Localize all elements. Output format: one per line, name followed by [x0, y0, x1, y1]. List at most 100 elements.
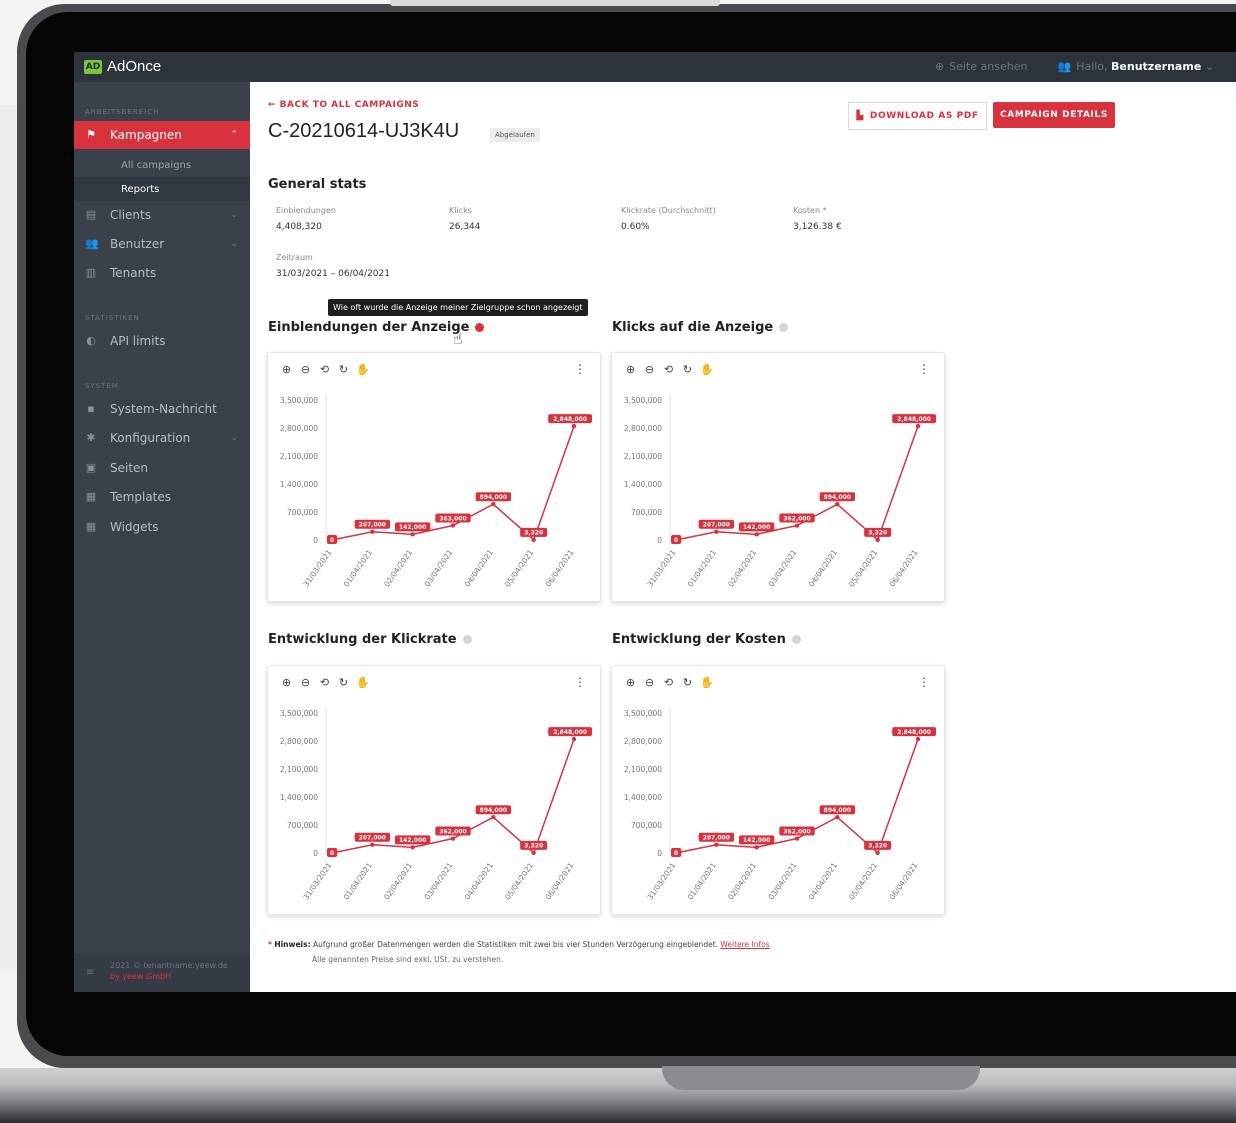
- data-point[interactable]: [410, 532, 415, 537]
- y-tick-label: 2,800,000: [280, 424, 318, 433]
- back-link[interactable]: ← BACK TO ALL CAMPAIGNS: [268, 100, 419, 110]
- x-tick-label: 01/04/2021: [342, 861, 374, 902]
- sidebar-item-label: Widgets: [110, 520, 159, 534]
- y-tick-label: 2,100,000: [280, 765, 318, 774]
- data-label: 207,000: [359, 835, 386, 842]
- data-point[interactable]: [915, 423, 921, 429]
- data-point[interactable]: [754, 532, 759, 537]
- data-point[interactable]: [794, 523, 800, 528]
- sidebar-item-label: Tenants: [110, 266, 157, 280]
- campaign-details-button[interactable]: CAMPAIGN DETAILS: [993, 102, 1115, 128]
- info-icon[interactable]: [779, 323, 789, 332]
- data-label: 207,000: [703, 835, 730, 842]
- data-point[interactable]: [875, 537, 880, 543]
- info-icon[interactable]: [791, 635, 801, 644]
- y-tick-label: 700,000: [631, 508, 662, 517]
- chevron-up-icon: ⌃: [230, 130, 238, 140]
- x-tick-label: 01/04/2021: [686, 548, 718, 589]
- y-tick-label: 700,000: [287, 508, 318, 517]
- data-point[interactable]: [450, 523, 456, 528]
- cost-value: 3,126.38 €: [793, 222, 842, 232]
- data-point[interactable]: [450, 836, 456, 841]
- top-bar: AD AdOnce ⊕ Seite ansehen 👥 Hallo, Benutze…: [74, 52, 1236, 82]
- clicks-value: 26,344: [449, 222, 481, 232]
- sidebar-item-configuration[interactable]: ✱ Konfiguration ⌄: [74, 424, 250, 452]
- data-point[interactable]: [714, 842, 719, 847]
- view-site-link[interactable]: ⊕ Seite ansehen: [935, 60, 1028, 73]
- chevron-down-icon: ⌄: [230, 210, 238, 220]
- data-label: 2,848,000: [553, 729, 587, 736]
- data-point[interactable]: [835, 502, 840, 507]
- note-text: Aufgrund großer Datenmengen werden die S…: [312, 940, 719, 949]
- sidebar-sub-reports[interactable]: Reports: [74, 177, 250, 201]
- data-point[interactable]: [531, 537, 536, 543]
- chart-svg: 3,500,000 2,800,000 2,100,000 1,400,000 700,…: [624, 394, 936, 589]
- sidebar-sub-all-campaigns[interactable]: All campaigns: [74, 153, 250, 177]
- data-label: 894,000: [824, 807, 851, 814]
- sidebar-item-clients[interactable]: ▤ Clients ⌄: [74, 201, 250, 229]
- chart-svg: 3,500,000 2,800,000 2,100,000 1,400,000 700,…: [280, 707, 592, 902]
- y-tick-label: 1,400,000: [280, 480, 318, 489]
- more-info-link[interactable]: Weitere Infos: [720, 940, 769, 949]
- note-label: Hinweis:: [274, 940, 311, 949]
- data-point[interactable]: [915, 736, 921, 742]
- x-tick-label: 03/04/2021: [422, 548, 454, 589]
- app-name: AdOnce: [107, 58, 162, 75]
- data-label: 142,000: [399, 524, 426, 531]
- data-point[interactable]: [714, 529, 719, 534]
- y-tick-label: 2,100,000: [624, 452, 662, 461]
- sidebar-item-api-limits[interactable]: ◐ API limits: [74, 327, 250, 355]
- sidebar-item-tenants[interactable]: ▥ Tenants: [74, 259, 250, 287]
- footer-company-link[interactable]: by yeew GmbH: [110, 972, 171, 981]
- ctr-value: 0.60%: [621, 222, 650, 232]
- data-point[interactable]: [875, 850, 880, 856]
- flag-icon: ⚑: [86, 128, 96, 141]
- data-label: 362,000: [783, 515, 810, 522]
- section-system: SYSTEM: [85, 382, 119, 390]
- collapse-menu-icon[interactable]: ≡: [86, 967, 94, 978]
- info-icon[interactable]: [475, 323, 485, 332]
- data-point[interactable]: [531, 850, 536, 856]
- sidebar-item-campaigns[interactable]: ⚑ Kampagnen ⌃: [74, 121, 250, 149]
- data-point[interactable]: [754, 845, 759, 850]
- data-point[interactable]: [571, 736, 577, 742]
- x-tick-label: 02/04/2021: [726, 861, 758, 902]
- y-tick-label: 700,000: [631, 821, 662, 830]
- sidebar-item-users[interactable]: 👥 Benutzer ⌄: [74, 230, 250, 258]
- data-point[interactable]: [491, 815, 496, 820]
- data-label: 207,000: [703, 522, 730, 529]
- laptop-base: [0, 1068, 1236, 1123]
- sidebar-item-pages[interactable]: ▣ Seiten: [74, 454, 250, 482]
- tenant-icon: ▥: [85, 266, 97, 279]
- chart-card-ctr: ⊕ ⊖ ⟲ ↻ ✋ ⋮ 3,500,000 2,800,000 2,100,000 1,400,0…: [267, 665, 601, 915]
- sidebar-item-widgets[interactable]: ▦ Widgets: [74, 513, 250, 541]
- app-logo[interactable]: AD AdOnce: [84, 58, 161, 75]
- data-label: 894,000: [480, 494, 507, 501]
- app-screen: AD AdOnce ⊕ Seite ansehen 👥 Hallo, Benutze…: [74, 52, 1236, 992]
- data-label: 2,848,000: [897, 416, 931, 423]
- cost-label: Kosten *: [793, 206, 827, 215]
- download-pdf-button[interactable]: ▙ DOWNLOAD AS PDF: [848, 102, 987, 130]
- sidebar-item-templates[interactable]: ▦ Templates: [74, 483, 250, 511]
- users-icon: 👥: [85, 237, 99, 250]
- pie-chart-icon: ◐: [86, 334, 96, 347]
- data-point[interactable]: [491, 502, 496, 507]
- data-point[interactable]: [370, 842, 375, 847]
- data-point[interactable]: [571, 423, 577, 429]
- data-point[interactable]: [794, 836, 800, 841]
- user-menu[interactable]: 👥 Hallo, Benutzername ⌄: [1057, 60, 1214, 73]
- data-point[interactable]: [835, 815, 840, 820]
- sidebar-item-system-message[interactable]: ▪ System-Nachricht: [74, 395, 250, 423]
- general-stats-heading: General stats: [268, 177, 367, 192]
- info-icon[interactable]: [462, 635, 472, 644]
- y-tick-label: 700,000: [287, 821, 318, 830]
- chart-title-text: Klicks auf die Anzeige: [612, 320, 774, 335]
- sidebar-item-label: Clients: [110, 208, 151, 222]
- data-point[interactable]: [370, 529, 375, 534]
- sidebar-item-label: API limits: [110, 334, 166, 348]
- data-label: 3,320: [524, 530, 543, 537]
- data-label: 0: [330, 850, 334, 857]
- y-tick-label: 0: [657, 536, 662, 545]
- sidebar-item-label: Benutzer: [110, 237, 165, 251]
- data-point[interactable]: [410, 845, 415, 850]
